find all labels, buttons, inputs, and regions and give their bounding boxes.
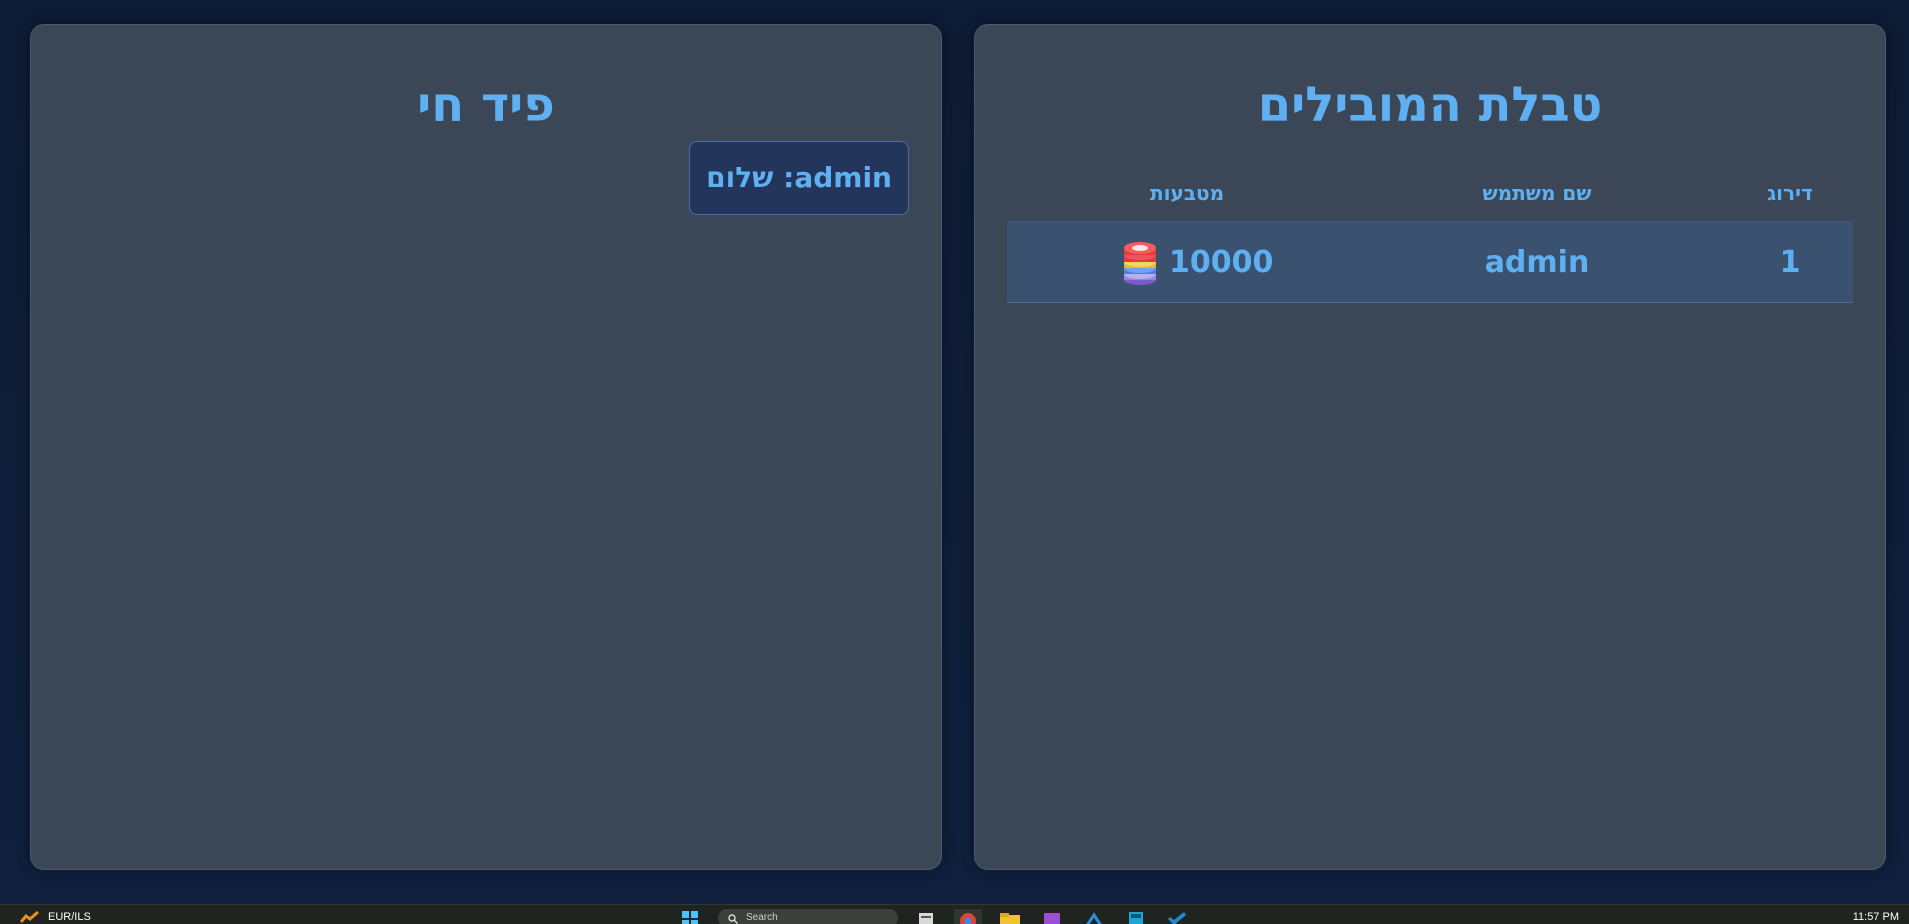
file-explorer-icon[interactable] [996,909,1024,924]
start-icon[interactable] [676,909,704,924]
live-feed-title: פיד חי [417,77,555,133]
app-page: פיד חי admin: שלום טבלת המובילים דירוג ש… [0,0,1909,924]
coins-cell: 10000 [1169,245,1274,280]
chrome-icon[interactable] [954,909,982,924]
taskbar-apps: Search [676,909,1192,924]
feed-message: admin: שלום [689,141,909,215]
taskbar-ticker-widget[interactable]: EUR/ILS [20,909,91,924]
taskbar-clock[interactable]: 11:57 PM [1853,910,1899,924]
poker-chips-icon [1124,242,1156,285]
leaderboard-title: טבלת המובילים [1257,77,1603,133]
rank-cell: 1 [1779,245,1801,280]
table-row: 1 admin 10000 [1007,222,1853,303]
search-placeholder: Search [746,912,778,923]
leaderboard-panel: טבלת המובילים דירוג שם משתמש מטבעות 1 ad… [974,24,1886,870]
ticker-label: EUR/ILS [48,911,91,923]
column-header-rank: דירוג [1767,181,1813,205]
search-icon [728,914,738,924]
currency-chart-icon [20,911,39,923]
visual-studio-icon[interactable] [1038,909,1066,924]
code-icon[interactable] [1080,909,1108,924]
username-cell: admin [1484,245,1590,280]
vscode-icon[interactable] [1164,909,1192,924]
live-feed-panel: פיד חי admin: שלום [30,24,942,870]
column-header-coins: מטבעות [1149,181,1225,205]
column-header-username: שם משתמש [1482,181,1592,205]
leaderboard-table: דירוג שם משתמש מטבעות 1 admin 10000 [1007,165,1853,303]
leaderboard-header-row: דירוג שם משתמש מטבעות [1007,165,1853,222]
calculator-icon[interactable] [1122,909,1150,924]
search-input[interactable]: Search [718,909,898,924]
widgets-icon[interactable] [912,909,940,924]
taskbar: EUR/ILS Search 11:57 PM [0,904,1909,924]
